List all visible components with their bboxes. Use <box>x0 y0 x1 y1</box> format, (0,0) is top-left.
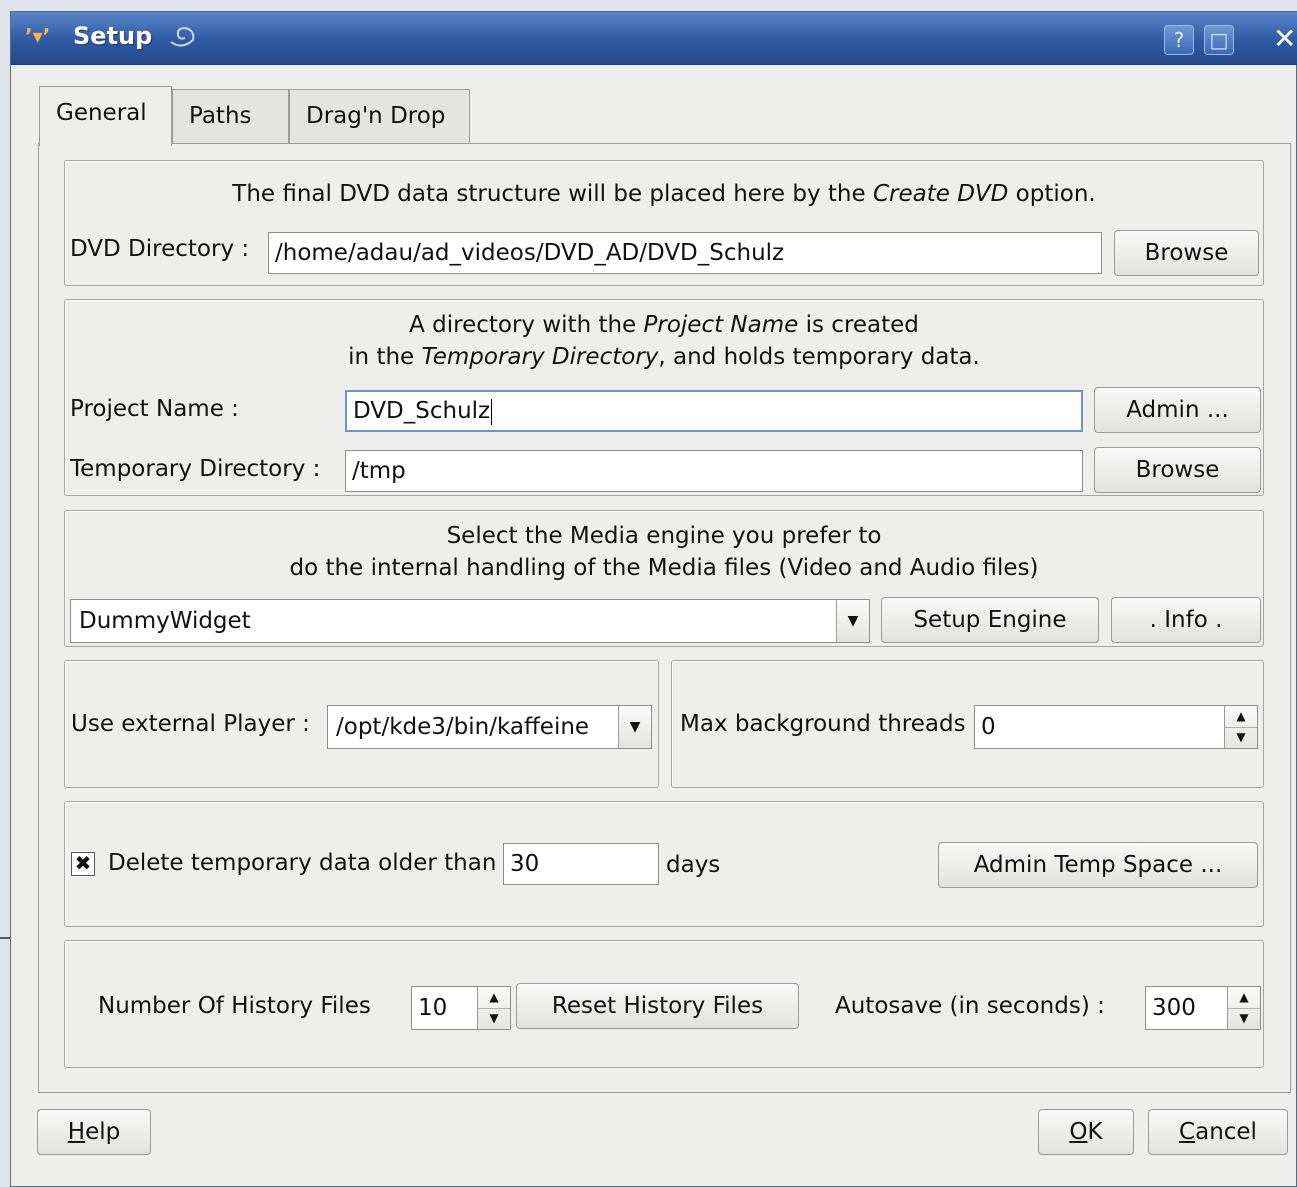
history-files-label: Number Of History Files <box>98 993 371 1019</box>
days-unit-label: days <box>666 852 721 878</box>
cleanup-group: ✖ Delete temporary data older than 30 da… <box>64 801 1264 927</box>
swirl-icon <box>170 26 195 47</box>
external-player-select[interactable]: /opt/kde3/bin/kaffeine ▼ <box>327 705 652 749</box>
project-info-line1: A directory with the Project Name is cre… <box>409 312 919 338</box>
external-player-label: Use external Player : <box>71 711 310 737</box>
title-bar[interactable]: ʼ▾ʼ Setup ? □ ✕ <box>11 12 1297 65</box>
background-threads-group: Max background threads 0 ▲ ▼ <box>671 660 1264 788</box>
cancel-button[interactable]: Cancel <box>1148 1109 1288 1155</box>
autosave-spinbox[interactable]: 300 ▲ ▼ <box>1145 986 1261 1030</box>
media-info-line1: Select the Media engine you prefer to <box>446 523 882 549</box>
autosave-label: Autosave (in seconds) : <box>835 993 1105 1019</box>
delete-temp-checkbox[interactable]: ✖ <box>71 852 95 876</box>
help-button[interactable]: Help <box>37 1109 151 1155</box>
chevron-down-icon[interactable]: ▼ <box>618 706 651 748</box>
media-info-line2: do the internal handling of the Media fi… <box>289 555 1039 581</box>
project-info-line2: in the Temporary Directory, and holds te… <box>348 344 980 370</box>
spin-down-icon[interactable]: ▼ <box>478 1008 510 1029</box>
dvd-info-text: The final DVD data structure will be pla… <box>232 181 1096 207</box>
dvd-directory-group: The final DVD data structure will be pla… <box>64 160 1264 286</box>
reset-history-button[interactable]: Reset History Files <box>516 983 799 1029</box>
tab-paths[interactable]: Paths <box>172 89 289 145</box>
media-engine-group: Select the Media engine you prefer to do… <box>64 510 1264 647</box>
chevron-down-icon[interactable]: ▼ <box>836 600 869 642</box>
admin-temp-space-button[interactable]: Admin Temp Space ... <box>938 842 1258 888</box>
ok-button[interactable]: OK <box>1038 1109 1134 1155</box>
dvd-directory-input[interactable]: /home/adau/ad_videos/DVD_AD/DVD_Schulz <box>268 232 1102 274</box>
media-engine-select[interactable]: DummyWidget ▼ <box>70 599 870 643</box>
dvd-browse-button[interactable]: Browse <box>1114 230 1259 276</box>
delete-temp-label: Delete temporary data older than <box>108 850 497 876</box>
project-name-input[interactable]: DVD_Schulz <box>345 390 1083 432</box>
external-player-group: Use external Player : /opt/kde3/bin/kaff… <box>64 660 659 788</box>
text-cursor <box>491 398 493 425</box>
spin-down-icon[interactable]: ▼ <box>1225 727 1257 748</box>
window-title: Setup <box>73 22 153 50</box>
dvd-directory-label: DVD Directory : <box>70 236 250 262</box>
spin-down-icon[interactable]: ▼ <box>1228 1008 1260 1029</box>
tab-general[interactable]: General <box>39 86 172 146</box>
history-group: Number Of History Files 10 ▲ ▼ Reset His… <box>64 940 1264 1068</box>
temporary-directory-label: Temporary Directory : <box>70 456 321 482</box>
max-threads-spinbox[interactable]: 0 ▲ ▼ <box>974 705 1258 749</box>
general-tab-panel: The final DVD data structure will be pla… <box>38 143 1291 1093</box>
spin-up-icon[interactable]: ▲ <box>478 987 510 1009</box>
spin-up-icon[interactable]: ▲ <box>1228 987 1260 1009</box>
setup-dialog: ʼ▾ʼ Setup ? □ ✕ General Paths Drag'n Dro… <box>10 11 1297 1187</box>
temp-browse-button[interactable]: Browse <box>1094 447 1261 493</box>
app-logo-icon: ʼ▾ʼ <box>25 24 51 48</box>
history-files-spinbox[interactable]: 10 ▲ ▼ <box>411 986 511 1030</box>
max-threads-label: Max background threads <box>680 711 966 737</box>
project-name-label: Project Name : <box>70 396 239 422</box>
help-titlebar-button[interactable]: ? <box>1164 25 1194 55</box>
engine-info-button[interactable]: . Info . <box>1111 597 1261 643</box>
spin-up-icon[interactable]: ▲ <box>1225 706 1257 728</box>
admin-button[interactable]: Admin ... <box>1094 387 1261 433</box>
project-group: A directory with the Project Name is cre… <box>64 299 1264 496</box>
setup-engine-button[interactable]: Setup Engine <box>881 597 1099 643</box>
maximize-icon[interactable]: □ <box>1204 25 1234 55</box>
temporary-directory-input[interactable]: /tmp <box>345 450 1083 492</box>
close-icon[interactable]: ✕ <box>1273 24 1296 54</box>
days-input[interactable]: 30 <box>503 843 659 885</box>
tab-drag-n-drop[interactable]: Drag'n Drop <box>289 89 470 145</box>
